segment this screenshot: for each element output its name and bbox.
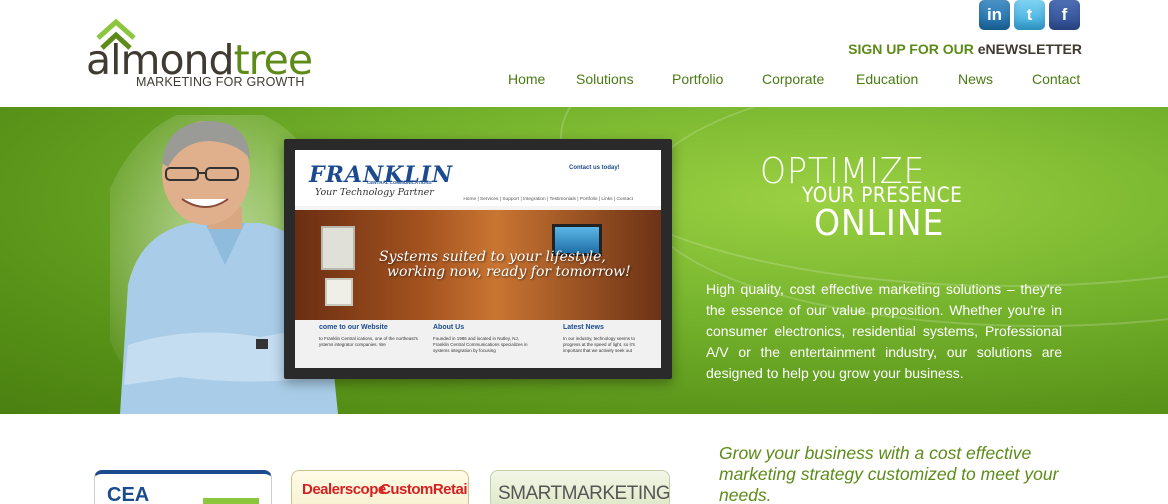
nav-news[interactable]: News xyxy=(958,71,993,87)
cea-badge[interactable]: CEA xyxy=(94,470,272,504)
nav-education[interactable]: Education xyxy=(856,71,918,87)
franklin-website-preview: FRANKLIN CENTRAL COMMUNICATIONS Your Tec… xyxy=(295,150,661,368)
nav-contact[interactable]: Contact xyxy=(1032,71,1080,87)
smartmarketing-badge[interactable]: SMARTMARKETING xyxy=(490,470,670,504)
grow-business-text: Grow your business with a cost effective… xyxy=(719,443,1059,504)
hero-banner: FRANKLIN CENTRAL COMMUNICATIONS Your Tec… xyxy=(0,107,1168,414)
keypad-image xyxy=(321,226,355,270)
nav-corporate[interactable]: Corporate xyxy=(762,71,824,87)
nav-home[interactable]: Home xyxy=(508,71,545,87)
nav-portfolio[interactable]: Portfolio xyxy=(672,71,723,87)
dealerscope-badge[interactable]: Dealerscope CustomRetailer xyxy=(291,470,469,504)
hero-heading-line3: ONLINE xyxy=(814,203,945,244)
nav-solutions[interactable]: Solutions xyxy=(576,71,634,87)
newsletter-signup-link[interactable]: SIGN UP FOR OUR eNEWSLETTER xyxy=(848,41,1082,57)
twitter-icon[interactable]: t xyxy=(1014,0,1045,30)
social-links: in t f xyxy=(979,0,1080,30)
portfolio-screen[interactable]: FRANKLIN CENTRAL COMMUNICATIONS Your Tec… xyxy=(284,139,672,379)
linkedin-icon[interactable]: in xyxy=(979,0,1010,30)
facebook-icon[interactable]: f xyxy=(1049,0,1080,30)
main-nav: Home Solutions Portfolio Corporate Educa… xyxy=(0,71,1168,89)
site-header: almondtree MARKETING FOR GROWTH in t f S… xyxy=(0,0,1168,107)
franklin-banner: Systems suited to your lifestyle, workin… xyxy=(295,210,661,320)
keypad-image xyxy=(325,278,353,306)
hero-description: High quality, cost effective marketing s… xyxy=(706,281,1062,381)
